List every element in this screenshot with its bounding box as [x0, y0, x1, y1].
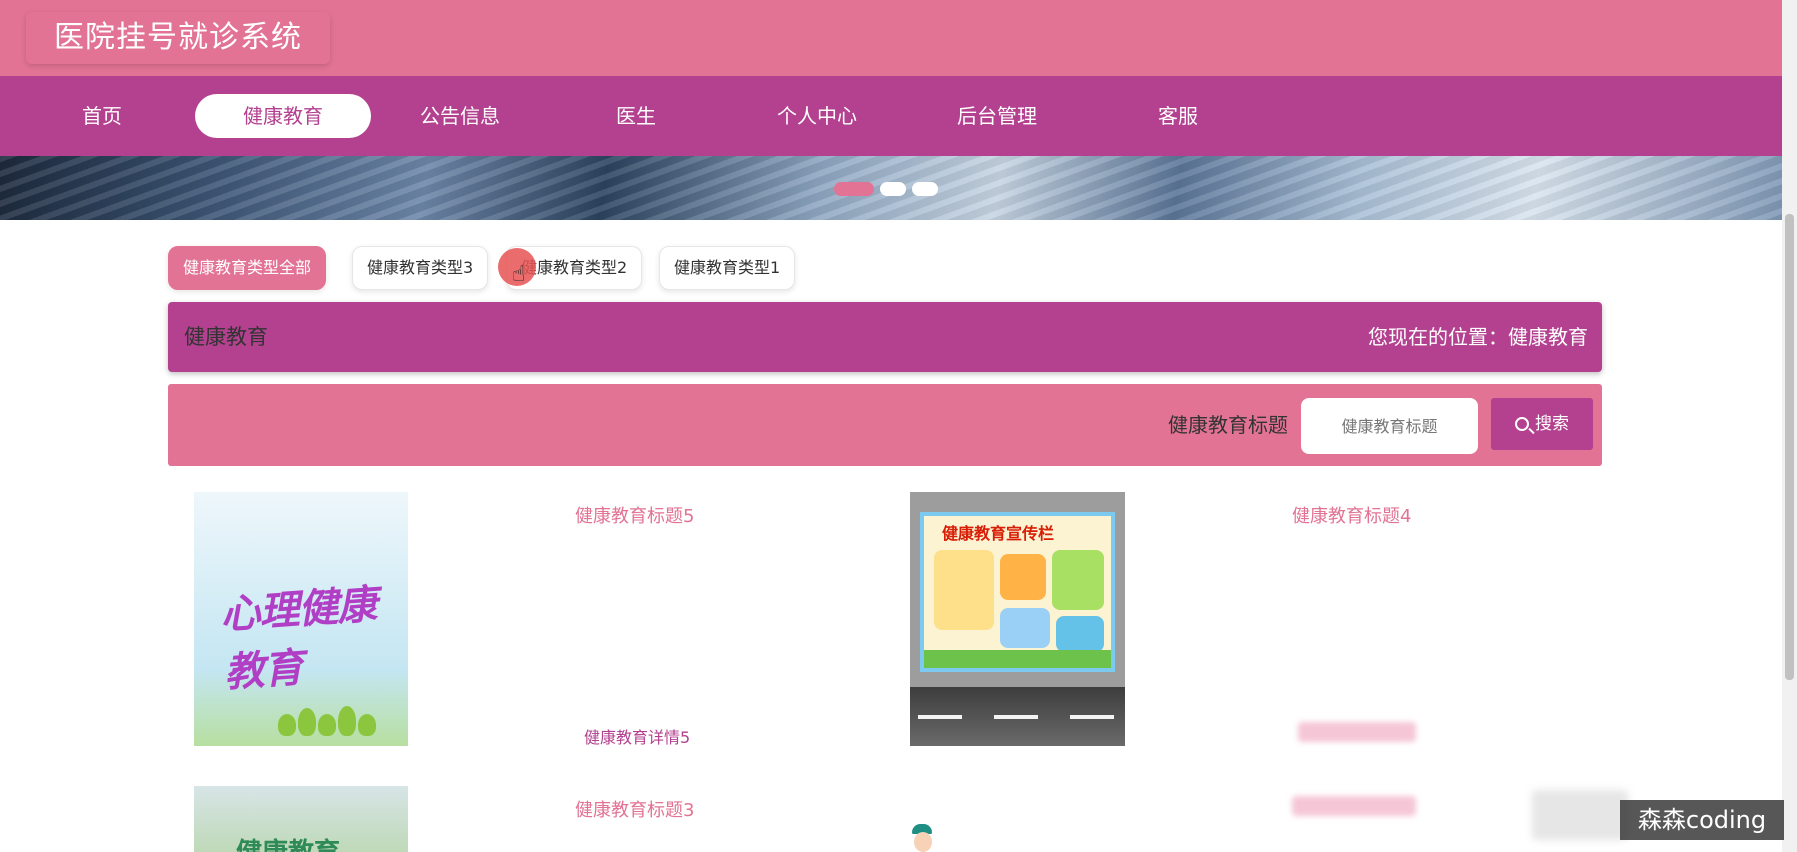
category-tab-type3[interactable]: 健康教育类型3: [352, 246, 489, 290]
card-image-1[interactable]: 心理健康教育: [194, 492, 408, 746]
nav-item-doctors[interactable]: 医生: [548, 94, 724, 138]
card-image-2[interactable]: 健康教育宣传栏: [910, 492, 1125, 746]
card-image-2-text: 健康教育宣传栏: [942, 524, 1055, 543]
tree-icon: [358, 714, 376, 736]
search-input[interactable]: [1301, 398, 1478, 454]
nav-item-health-education[interactable]: 健康教育: [195, 94, 371, 138]
card-title-4-blurred: [1292, 796, 1416, 816]
card-image-3-text: 健康教育: [236, 832, 340, 852]
hallway-photo: [910, 687, 1125, 746]
category-tab-all[interactable]: 健康教育类型全部: [168, 246, 327, 290]
page: 医院挂号就诊系统 首页 健康教育 公告信息 医生 个人中心 后台管理 客服 健康…: [0, 0, 1797, 852]
main-nav: 首页 健康教育 公告信息 医生 个人中心 后台管理 客服: [0, 76, 1782, 156]
search-bar: 健康教育标题 搜索: [168, 384, 1602, 466]
nav-item-announcements[interactable]: 公告信息: [372, 94, 548, 138]
search-button-label: 搜索: [1535, 414, 1569, 434]
card-title-3[interactable]: 健康教育标题3: [575, 796, 694, 822]
carousel-dot-1[interactable]: [834, 182, 874, 196]
breadcrumb: 您现在的位置：健康教育: [1368, 325, 1588, 349]
card-image-1-text: 心理健康教育: [218, 580, 378, 697]
watermark: 森森coding: [1620, 800, 1784, 840]
card-title-1[interactable]: 健康教育标题5: [575, 502, 694, 528]
card-image-4-blurred: [1532, 790, 1628, 840]
carousel-dot-2[interactable]: [880, 182, 906, 196]
tree-icon: [298, 708, 316, 736]
site-title[interactable]: 医院挂号就诊系统: [26, 12, 330, 64]
page-scrollbar[interactable]: [1782, 0, 1797, 852]
search-icon: [1515, 417, 1529, 431]
tree-icon: [338, 706, 356, 736]
nurse-image: [906, 824, 940, 852]
hand-cursor-icon: ☝: [512, 262, 526, 287]
scrollbar-thumb[interactable]: [1785, 214, 1794, 680]
card-detail-1[interactable]: 健康教育详情5: [584, 724, 690, 748]
card-title-2[interactable]: 健康教育标题4: [1292, 502, 1411, 528]
tree-icon: [318, 714, 336, 736]
section-title: 健康教育: [184, 325, 268, 349]
nav-item-personal-center[interactable]: 个人中心: [729, 94, 905, 138]
search-button[interactable]: 搜索: [1491, 398, 1593, 450]
breadcrumb-bar: 健康教育 您现在的位置：健康教育: [168, 302, 1602, 372]
category-tab-type1[interactable]: 健康教育类型1: [659, 246, 796, 290]
card-detail-2-blurred: [1298, 722, 1416, 742]
nav-item-admin[interactable]: 后台管理: [909, 94, 1085, 138]
card-image-3[interactable]: 健康教育: [194, 786, 408, 852]
nav-item-customer-service[interactable]: 客服: [1090, 94, 1266, 138]
nav-item-home[interactable]: 首页: [14, 94, 190, 138]
carousel-dot-3[interactable]: [912, 182, 938, 196]
search-label: 健康教育标题: [1168, 413, 1288, 437]
bulletin-board-image: 健康教育宣传栏: [920, 512, 1115, 672]
tree-icon: [278, 714, 296, 736]
header: 医院挂号就诊系统: [0, 0, 1782, 76]
